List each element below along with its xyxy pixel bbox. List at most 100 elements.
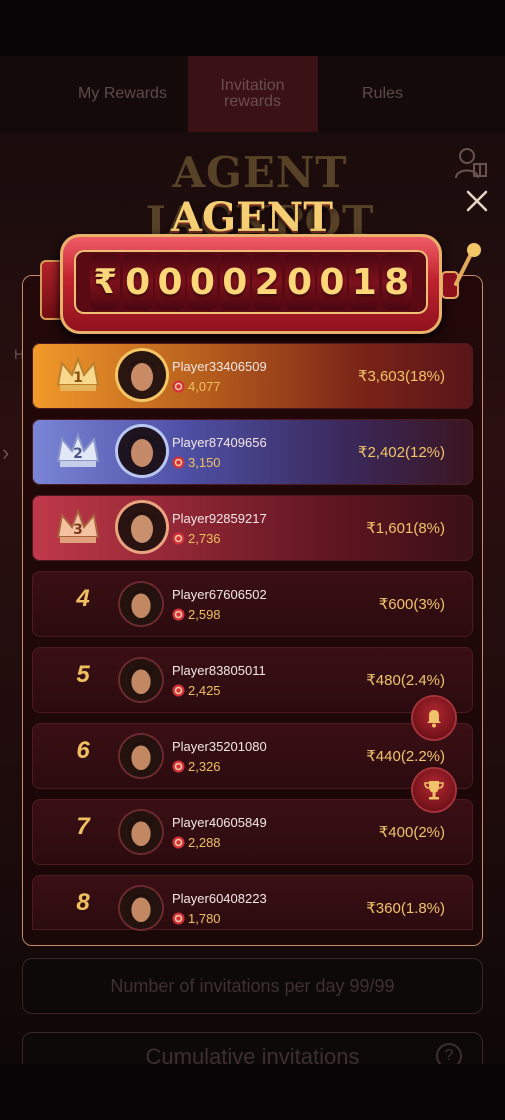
leaderboard-row-2: 2 Player87409656 3,150 ₹2,402(12%): [32, 419, 473, 485]
player-name: Player33406509: [172, 359, 267, 374]
jackpot-digit: 8: [381, 254, 412, 310]
player-score: 2,598: [172, 607, 221, 622]
player-score-value: 2,425: [188, 683, 221, 698]
player-name: Player83805011: [172, 663, 266, 678]
crown-rank: 1: [73, 370, 83, 386]
tab-bar: My Rewards Invitation rewards Rules: [0, 56, 505, 132]
prize-amount: ₹1,601(8%): [366, 520, 445, 537]
player-score: 3,150: [172, 455, 221, 470]
rank-number: 7: [76, 813, 90, 840]
bell-icon: [427, 710, 441, 728]
player-score: 2,326: [172, 759, 221, 774]
jackpot-digit: 0: [284, 254, 315, 310]
player-name: Player92859217: [172, 511, 267, 526]
leaderboard-row-8: 8 Player60408223 1,780 ₹360(1.8%): [32, 875, 473, 930]
player-name: Player35201080: [172, 739, 267, 754]
bronze-crown-icon: 3: [56, 508, 100, 543]
prize-amount: ₹2,402(12%): [357, 444, 445, 461]
avatar: [118, 351, 166, 399]
status-strip: [0, 0, 505, 56]
trophy-button[interactable]: [413, 769, 455, 811]
leaderboard-row-3: 3 Player92859217 2,736 ₹1,601(8%): [32, 495, 473, 561]
jackpot-counter: ₹ 0 0 0 0 2 0 0 1 8: [60, 234, 442, 334]
prize-amount: ₹480(2.4%): [366, 672, 445, 689]
jackpot-digit: 0: [316, 254, 347, 310]
silver-crown-icon: 2: [56, 432, 100, 467]
avatar: [120, 659, 162, 701]
avatar-portrait: [120, 583, 162, 625]
player-score: 2,736: [172, 531, 221, 546]
jackpot-digit: 0: [219, 254, 250, 310]
player-name: Player60408223: [172, 891, 267, 906]
player-score-value: 3,150: [188, 455, 221, 470]
crown-rank: 2: [73, 446, 83, 462]
player-score: 2,425: [172, 683, 221, 698]
player-score-value: 4,077: [188, 379, 221, 394]
crown-rank: 3: [73, 522, 83, 538]
chip-icon: [172, 456, 185, 469]
player-score-value: 1,780: [188, 911, 221, 926]
avatar-portrait: [120, 735, 162, 777]
invitations-per-day-label: Number of invitations per day 99/99: [110, 975, 395, 996]
rank-number: 5: [76, 661, 90, 688]
avatar: [118, 503, 166, 551]
player-name: Player67606502: [172, 587, 267, 602]
chevron-right-icon[interactable]: ›: [2, 440, 9, 466]
leaderboard-row-1: 1 Player33406509 4,077 ₹3,603(18%): [32, 343, 473, 409]
avatar: [120, 811, 162, 853]
rank-number: 4: [76, 585, 90, 612]
avatar: [118, 427, 166, 475]
leaderboard-row-5: 5 Player83805011 2,425 ₹480(2.4%): [32, 647, 473, 713]
chip-icon: [172, 760, 185, 773]
chip-icon: [172, 912, 185, 925]
jackpot-digit: 2: [252, 254, 283, 310]
tab-my-rewards[interactable]: My Rewards: [58, 56, 188, 132]
leaderboard-row-7: 7 Player40605849 2,288 ₹400(2%): [32, 799, 473, 865]
trophy-icon: [424, 781, 444, 800]
tab-label: My Rewards: [78, 85, 167, 102]
avatar-portrait: [118, 427, 166, 475]
player-score: 4,077: [172, 379, 221, 394]
tab-label: Invitation rewards: [220, 77, 285, 110]
jackpot-digit: 0: [187, 254, 218, 310]
player-score: 2,288: [172, 835, 221, 850]
player-name: Player40605849: [172, 815, 267, 830]
close-icon[interactable]: [462, 186, 492, 216]
bell-button[interactable]: [413, 697, 455, 739]
tab-invitation-rewards[interactable]: Invitation rewards: [187, 56, 318, 132]
leaderboard-row-4: 4 Player67606502 2,598 ₹600(3%): [32, 571, 473, 637]
jackpot-digit: 1: [349, 254, 380, 310]
chip-icon: [172, 684, 185, 697]
player-score: 1,780: [172, 911, 221, 926]
prize-amount: ₹3,603(18%): [357, 368, 445, 385]
rank-number: 8: [76, 889, 90, 916]
avatar-portrait: [120, 811, 162, 853]
chip-icon: [172, 380, 185, 393]
player-name: Player87409656: [172, 435, 267, 450]
prize-amount: ₹360(1.8%): [366, 900, 445, 917]
prize-amount: ₹600(3%): [378, 596, 445, 613]
tab-rules[interactable]: Rules: [318, 56, 448, 132]
jackpot-digit: 0: [155, 254, 186, 310]
avatar: [120, 735, 162, 777]
chip-icon: [172, 836, 185, 849]
chip-icon: [172, 532, 185, 545]
leaderboard-row-6: 6 Player35201080 2,326 ₹440(2.2%): [32, 723, 473, 789]
player-score-value: 2,326: [188, 759, 221, 774]
prize-amount: ₹400(2%): [378, 824, 445, 841]
bottom-strip: [0, 1064, 505, 1120]
jackpot-digits: ₹ 0 0 0 0 2 0 0 1 8: [74, 250, 428, 314]
prize-amount: ₹440(2.2%): [366, 748, 445, 765]
avatar: [120, 887, 162, 929]
avatar-portrait: [118, 503, 166, 551]
slot-lever-icon: [442, 243, 481, 299]
player-score-value: 2,736: [188, 531, 221, 546]
jackpot-currency: ₹: [90, 254, 121, 310]
player-score-value: 2,288: [188, 835, 221, 850]
chip-icon: [172, 608, 185, 621]
avatar: [120, 583, 162, 625]
avatar-portrait: [118, 351, 166, 399]
jackpot-digit: 0: [122, 254, 153, 310]
user-gift-icon[interactable]: [454, 146, 488, 180]
gold-crown-icon: 1: [56, 356, 100, 391]
